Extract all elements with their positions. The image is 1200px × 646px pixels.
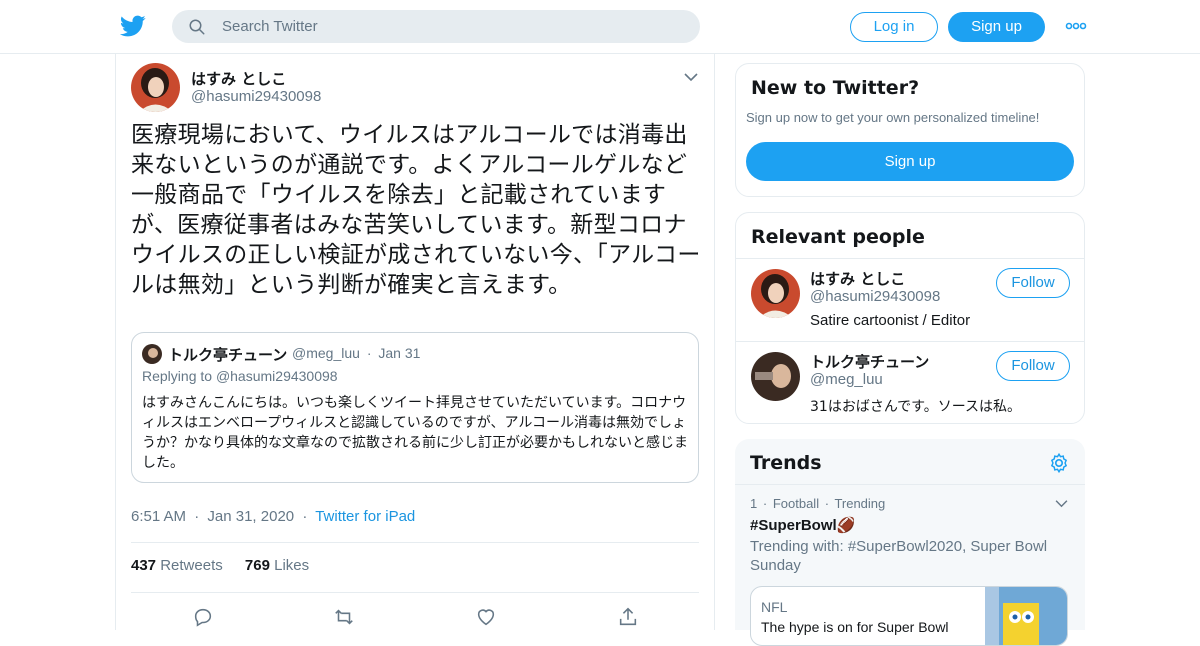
login-button[interactable]: Log in [850,12,938,42]
trends-title: Trends [750,452,822,474]
search-bar[interactable] [172,10,700,43]
top-bar: Log in Sign up [0,0,1200,54]
signup-button[interactable]: Sign up [948,12,1045,42]
tweet-time: 6:51 AM [131,508,187,525]
retweets-stat[interactable]: 437 Retweets [131,557,223,574]
avatar-image [131,63,180,112]
author-handle[interactable]: @hasumi29430098 [191,88,321,105]
like-icon[interactable] [475,606,497,628]
retweet-icon[interactable] [333,606,355,628]
trend-name[interactable]: #SuperBowl🏈 [750,516,855,534]
dot-separator: · [194,508,200,525]
person-bio: Satire cartoonist / Editor [810,312,971,329]
quote-text: はすみさんこんにちは。いつも楽しくツイート拝見させていただいています。コロナウィ… [142,395,688,471]
divider [131,542,699,543]
trend-category: Football [772,496,820,511]
person-avatar[interactable] [751,269,800,318]
follow-button[interactable]: Follow [996,351,1070,381]
news-card-label: NFL [761,599,788,615]
quote-date: Jan 31 [378,345,421,361]
new-to-twitter-subtitle: Sign up now to get your own personalized… [746,110,1040,125]
trends-card: Trends 1 · Football · Trending #SuperBow… [735,439,1085,646]
trend-status: Trending [834,496,886,511]
news-card-text: The hype is on for Super Bowl [761,619,949,635]
relevant-people-card: Relevant people はすみ としこ @hasumi29430098 … [735,212,1085,424]
trending-with: Trending with: #SuperBowl2020, Super Bow… [750,538,1048,574]
person-handle[interactable]: @hasumi29430098 [810,288,940,305]
trend-context: 1 · Football · Trending [750,496,885,511]
tweet-meta: 6:51 AM · Jan 31, 2020 · Twitter for iPa… [131,508,415,525]
person-row[interactable]: はすみ としこ @hasumi29430098 Follow Satire ca… [736,259,1084,341]
tweet-text: 医療現場において、ウイルスはアルコールでは消毒出来ないというのが通説です。よくア… [131,122,701,298]
quote-handle-text: @meg_luu [292,345,360,361]
trend-news-card[interactable]: NFL The hype is on for Super Bowl [750,586,1068,646]
replying-to-label: Replying to [142,368,213,384]
follow-button[interactable]: Follow [996,268,1070,298]
author-avatar[interactable] [131,63,180,112]
tweet-stats: 437 Retweets 769 Likes [131,557,309,574]
chevron-down-icon[interactable] [684,72,698,82]
dot-separator: · [366,345,372,361]
trend-item[interactable]: 1 · Football · Trending #SuperBowl🏈 Tren… [735,485,1085,646]
new-to-twitter-title: New to Twitter? [751,77,920,99]
reply-icon[interactable] [192,606,214,628]
replying-to: Replying to @hasumi29430098 [142,368,338,384]
quote-author-avatar [142,344,162,364]
search-icon [189,19,205,35]
retweets-count: 437 [131,557,157,574]
author-name[interactable]: はすみ としこ [191,68,286,89]
relevant-people-title: Relevant people [751,226,925,248]
dot-separator: · [302,508,308,525]
quoted-tweet[interactable]: トルク亭チューン @meg_luu · Jan 31 Replying to @… [131,332,699,483]
divider [131,592,699,593]
person-name[interactable]: トルク亭チューン [810,351,929,372]
likes-count: 769 [244,557,270,574]
chevron-down-icon[interactable] [1055,499,1068,508]
share-icon[interactable] [617,606,639,628]
likes-label: Likes [274,557,310,574]
person-name[interactable]: はすみ としこ [810,268,905,289]
retweets-label: Retweets [160,557,223,574]
replying-to-handle: @hasumi29430098 [215,368,338,384]
trend-rank: 1 [750,496,758,511]
settings-gear-icon[interactable] [1048,452,1070,474]
search-input[interactable] [222,10,682,43]
person-handle[interactable]: @meg_luu [810,371,883,388]
tweet-column: はすみ としこ @hasumi29430098 医療現場において、ウイルスはアル… [115,54,715,630]
person-bio: 31はおばさんです。ソースは私。 [810,399,1022,415]
dot-separator: · [762,496,768,511]
person-avatar[interactable] [751,352,800,401]
more-options-icon[interactable] [1065,20,1087,32]
sidebar-signup-button[interactable]: Sign up [746,142,1074,181]
quote-author-name: トルク亭チューン [168,346,288,364]
likes-stat[interactable]: 769 Likes [245,557,309,574]
news-card-image [985,587,1067,645]
tweet-date: Jan 31, 2020 [207,508,295,525]
new-to-twitter-card: New to Twitter? Sign up now to get your … [735,63,1085,197]
twitter-logo-icon[interactable] [120,13,146,39]
quote-author-handle: @meg_luu · Jan 31 [292,345,420,361]
person-row[interactable]: トルク亭チューン @meg_luu Follow 31はおばさんです。ソースは私… [736,342,1084,424]
dot-separator: · [824,496,830,511]
tweet-source-link[interactable]: Twitter for iPad [315,508,415,525]
